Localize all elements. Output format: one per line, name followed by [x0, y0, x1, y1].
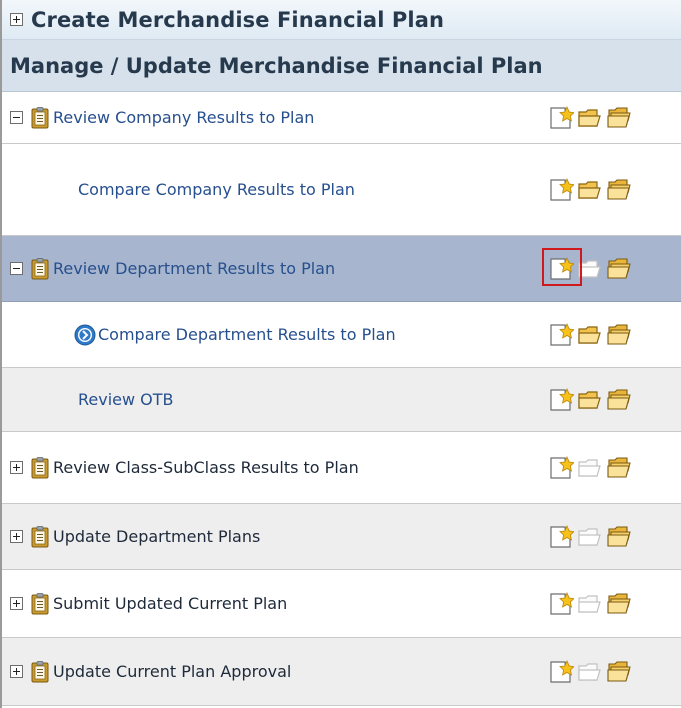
task-actions: [548, 455, 632, 481]
open-workbook-icon[interactable]: [577, 256, 603, 282]
expand-plus-icon[interactable]: [10, 665, 23, 678]
task-actions: [548, 659, 632, 685]
clipboard-icon: [31, 258, 49, 280]
new-workbook-icon[interactable]: [548, 177, 574, 203]
manage-plan-section-title: Manage / Update Merchandise Financial Pl…: [10, 53, 543, 78]
new-workbook-icon[interactable]: [548, 591, 574, 617]
task-actions: [548, 387, 632, 413]
open-multiple-workbooks-icon[interactable]: [606, 387, 632, 413]
open-multiple-workbooks-icon[interactable]: [606, 659, 632, 685]
clipboard-icon: [31, 107, 49, 129]
task-link[interactable]: Review Company Results to Plan: [53, 108, 314, 127]
task-link[interactable]: Review OTB: [78, 390, 174, 409]
task-actions: [548, 322, 632, 348]
task-actions: [548, 524, 632, 550]
task-row-review-company[interactable]: Review Company Results to Plan: [2, 92, 681, 144]
task-link[interactable]: Update Current Plan Approval: [53, 662, 291, 681]
open-multiple-workbooks-icon[interactable]: [606, 591, 632, 617]
manage-plan-section-header[interactable]: Manage / Update Merchandise Financial Pl…: [2, 40, 681, 92]
new-workbook-icon[interactable]: [548, 387, 574, 413]
collapse-minus-icon[interactable]: [10, 262, 23, 275]
new-workbook-icon[interactable]: [548, 455, 574, 481]
expand-plus-icon[interactable]: [10, 530, 23, 543]
task-row-update-department-plans[interactable]: Update Department Plans: [2, 504, 681, 570]
task-link[interactable]: Submit Updated Current Plan: [53, 594, 287, 613]
task-row-compare-company[interactable]: Compare Company Results to Plan: [2, 144, 681, 236]
clipboard-icon: [31, 593, 49, 615]
expand-plus-icon[interactable]: [10, 597, 23, 610]
new-workbook-icon[interactable]: [548, 322, 574, 348]
task-row-review-department[interactable]: Review Department Results to Plan: [2, 236, 681, 302]
clipboard-icon: [31, 457, 49, 479]
open-multiple-workbooks-icon[interactable]: [606, 177, 632, 203]
task-row-submit-updated-plan[interactable]: Submit Updated Current Plan: [2, 570, 681, 638]
new-workbook-icon[interactable]: [548, 105, 574, 131]
task-row-review-otb[interactable]: Review OTB: [2, 368, 681, 432]
clipboard-icon: [31, 526, 49, 548]
task-actions: [548, 105, 632, 131]
open-multiple-workbooks-icon[interactable]: [606, 322, 632, 348]
task-link[interactable]: Review Class-SubClass Results to Plan: [53, 458, 359, 477]
open-workbook-icon[interactable]: [577, 387, 603, 413]
task-actions: [548, 591, 632, 617]
new-workbook-icon[interactable]: [548, 256, 574, 282]
open-multiple-workbooks-icon[interactable]: [606, 105, 632, 131]
task-actions: [548, 177, 632, 203]
open-workbook-icon-disabled: [577, 659, 603, 685]
new-workbook-icon[interactable]: [548, 659, 574, 685]
open-workbook-icon[interactable]: [577, 322, 603, 348]
clipboard-icon: [31, 661, 49, 683]
create-plan-section-header[interactable]: Create Merchandise Financial Plan: [2, 0, 681, 40]
task-row-review-class-subclass[interactable]: Review Class-SubClass Results to Plan: [2, 432, 681, 504]
expand-plus-icon[interactable]: [10, 461, 23, 474]
task-actions: [542, 247, 632, 286]
new-workbook-icon[interactable]: [548, 524, 574, 550]
open-multiple-workbooks-icon[interactable]: [606, 455, 632, 481]
expand-plus-icon[interactable]: [10, 13, 23, 26]
create-plan-section-title: Create Merchandise Financial Plan: [31, 7, 445, 32]
task-link[interactable]: Compare Department Results to Plan: [98, 325, 396, 344]
task-link[interactable]: Review Department Results to Plan: [53, 259, 335, 278]
open-workbook-icon-disabled: [577, 455, 603, 481]
task-row-update-plan-approval[interactable]: Update Current Plan Approval: [2, 638, 681, 706]
merchandise-financial-plan-panel: Create Merchandise Financial Plan Manage…: [0, 0, 681, 708]
task-row-compare-department[interactable]: Compare Department Results to Plan: [2, 302, 681, 368]
open-workbook-icon[interactable]: [577, 177, 603, 203]
new-workbook-wrapper: [542, 247, 582, 286]
open-workbook-icon-disabled: [577, 524, 603, 550]
arrow-right-circle-icon: [74, 324, 96, 345]
task-link[interactable]: Update Department Plans: [53, 527, 260, 546]
open-multiple-workbooks-icon[interactable]: [606, 524, 632, 550]
task-link[interactable]: Compare Company Results to Plan: [78, 180, 355, 199]
open-multiple-workbooks-icon[interactable]: [606, 256, 632, 282]
collapse-minus-icon[interactable]: [10, 111, 23, 124]
open-workbook-icon-disabled: [577, 591, 603, 617]
open-workbook-icon[interactable]: [577, 105, 603, 131]
